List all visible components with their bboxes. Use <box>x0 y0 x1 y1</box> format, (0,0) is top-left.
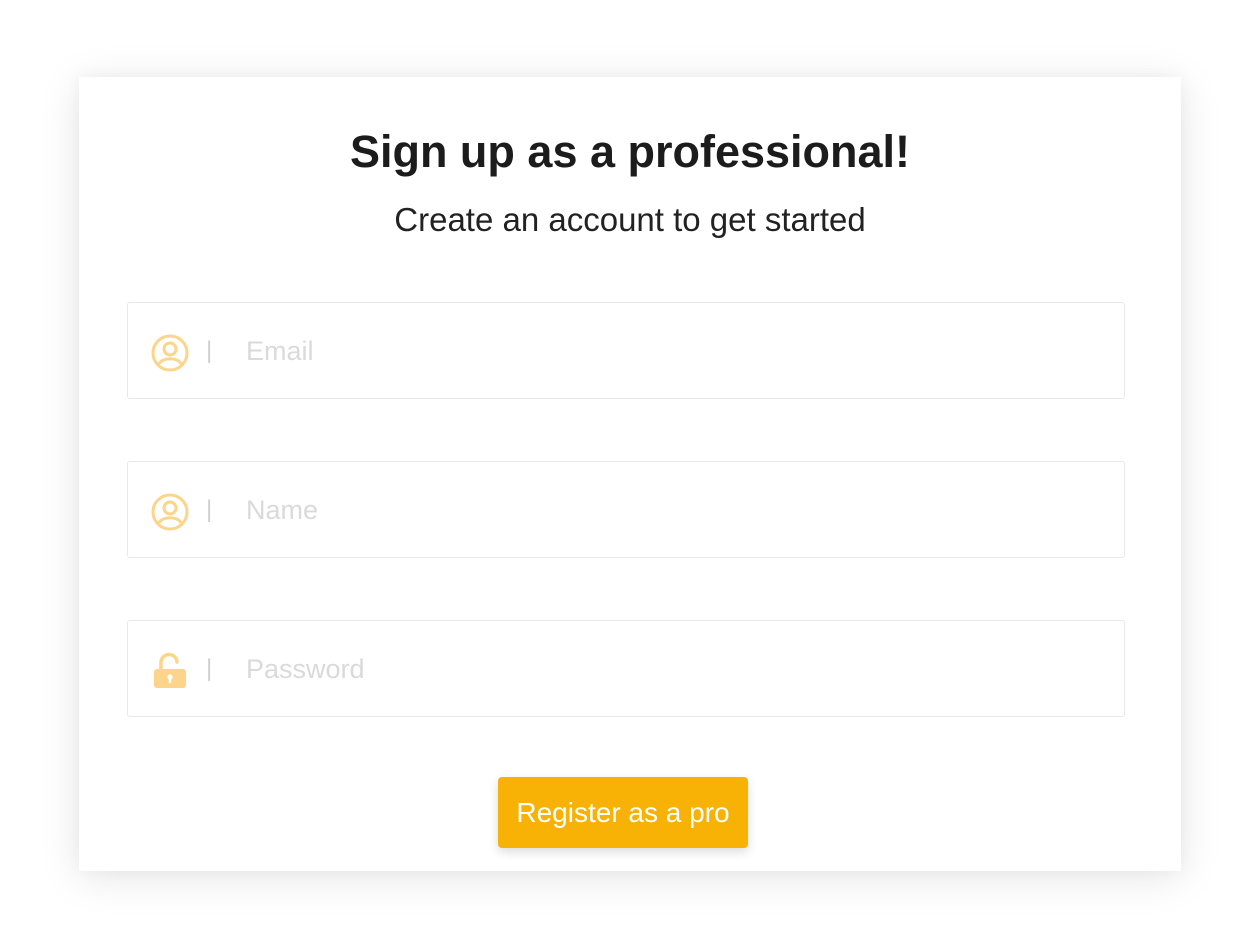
user-circle-icon <box>150 333 190 373</box>
name-field[interactable]: | <box>127 461 1125 558</box>
email-field[interactable]: | <box>127 302 1125 399</box>
email-input[interactable] <box>246 331 1086 371</box>
field-separator: | <box>206 496 213 523</box>
page-title: Sign up as a professional! <box>349 126 911 177</box>
register-button[interactable]: Register as a pro <box>498 777 748 848</box>
field-separator: | <box>206 337 213 364</box>
name-input[interactable] <box>246 490 1086 530</box>
user-circle-icon <box>150 492 190 532</box>
unlock-icon <box>150 651 190 691</box>
password-input[interactable] <box>246 649 1086 689</box>
field-separator: | <box>206 655 213 682</box>
password-field[interactable]: | <box>127 620 1125 717</box>
page-subtitle: Create an account to get started <box>394 201 866 238</box>
